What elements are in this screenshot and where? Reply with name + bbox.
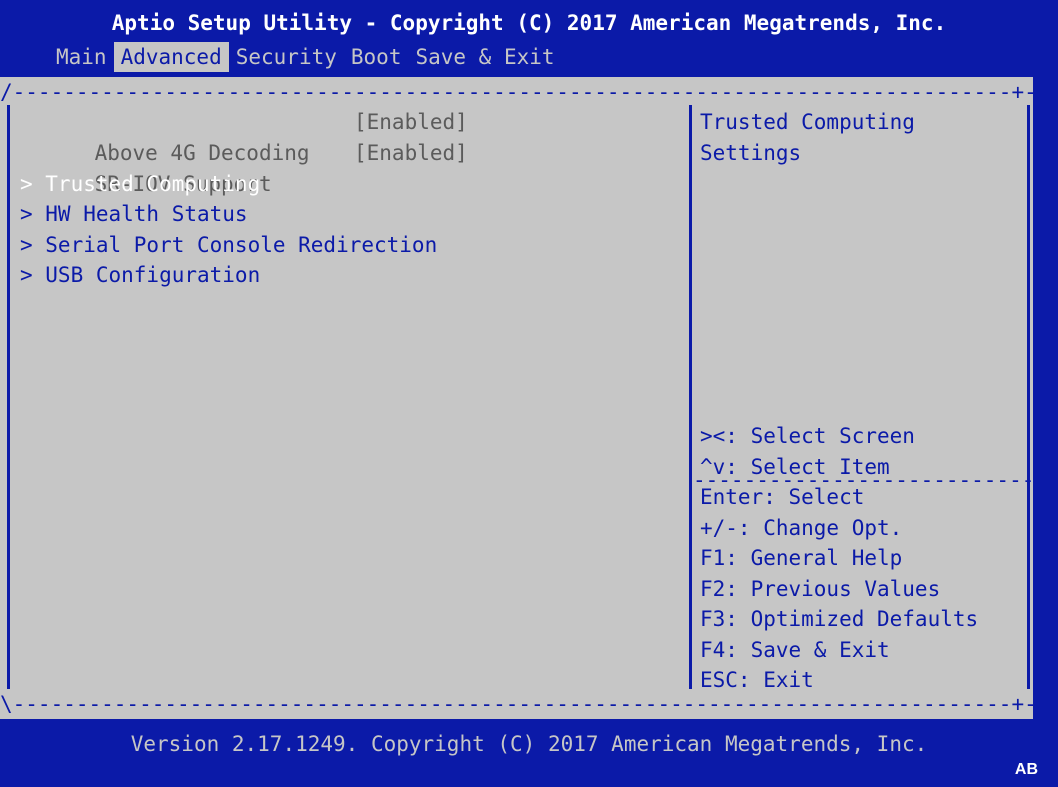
tab-bar: Main Advanced Security Boot Save & Exit [49, 42, 562, 72]
tab-save-exit[interactable]: Save & Exit [408, 42, 561, 72]
tab-security[interactable]: Security [229, 42, 344, 72]
setup-panel: /---------------------------------------… [0, 77, 1033, 719]
footer-version: Version 2.17.1249. Copyright (C) 2017 Am… [130, 732, 928, 756]
tab-main[interactable]: Main [49, 42, 114, 72]
tab-advanced[interactable]: Advanced [113, 42, 229, 72]
key-hint-enter: Enter: Select [700, 485, 865, 509]
key-hint-select-screen: ><: Select Screen [700, 424, 915, 448]
panel-bottom-border: \---------------------------------------… [0, 692, 1033, 716]
key-hint-save-exit: F4: Save & Exit [700, 638, 890, 662]
key-hint-select-item: ^v: Select Item [700, 455, 890, 479]
key-hint-optimized-defaults: F3: Optimized Defaults [700, 607, 979, 631]
middle-divider [689, 105, 692, 689]
help-text-line2: Settings [700, 141, 802, 165]
help-text-line1: Trusted Computing [700, 110, 915, 134]
key-hint-esc-exit: ESC: Exit [700, 668, 814, 692]
setting-value: [Enabled] [354, 110, 468, 134]
status-badge: AB [1014, 761, 1038, 778]
window-title: Aptio Setup Utility - Copyright (C) 2017… [111, 11, 947, 35]
panel-top-border: /---------------------------------------… [0, 80, 1033, 104]
right-border [1027, 105, 1030, 689]
tab-boot[interactable]: Boot [344, 42, 409, 72]
submenu-hw-health-status[interactable]: > HW Health Status [20, 199, 248, 230]
submenu-usb-configuration[interactable]: > USB Configuration [20, 260, 260, 291]
setting-value: [Enabled] [354, 141, 468, 165]
submenu-serial-port-console-redirection[interactable]: > Serial Port Console Redirection [20, 230, 437, 261]
key-hint-previous-values: F2: Previous Values [700, 577, 941, 601]
key-hint-change-opt: +/-: Change Opt. [700, 516, 903, 540]
left-border [7, 105, 10, 689]
key-hint-general-help: F1: General Help [700, 546, 903, 570]
submenu-trusted-computing[interactable]: > Trusted Computing [20, 169, 260, 200]
